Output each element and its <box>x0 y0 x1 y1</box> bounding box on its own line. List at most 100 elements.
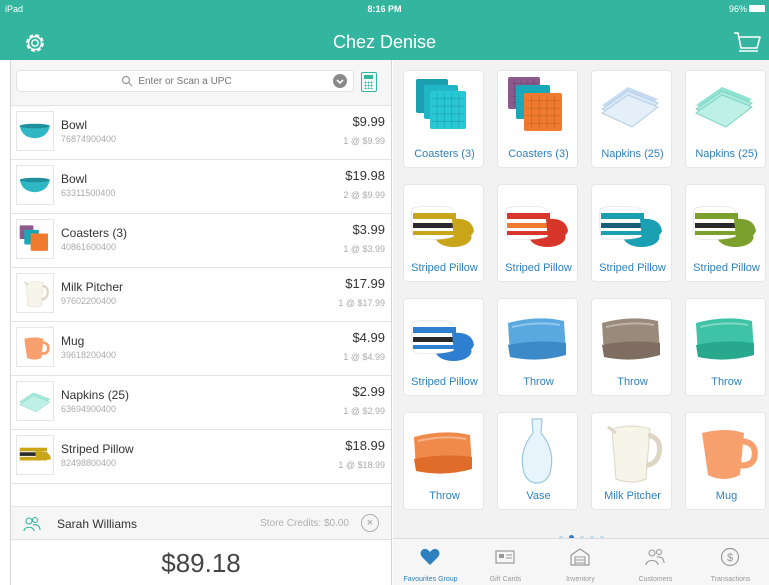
product-image <box>592 299 671 375</box>
product-thumbnail <box>16 111 54 151</box>
line-item-total: $9.99 <box>352 114 385 129</box>
line-item-total: $18.99 <box>345 438 385 453</box>
line-item-quantity: 1 @ $3.99 <box>343 244 385 254</box>
line-item-name: Bowl <box>61 172 88 186</box>
product-label: Vase <box>526 490 551 502</box>
tab-label: Customers <box>638 576 673 583</box>
product-tile[interactable]: Striped Pillow <box>403 298 484 396</box>
line-item[interactable]: Napkins (25) 63694900400 $2.99 1 @ $2.99 <box>11 376 391 430</box>
product-image <box>498 299 577 375</box>
line-item[interactable]: Mug 39618200400 $4.99 1 @ $4.99 <box>11 322 391 376</box>
line-item-quantity: 1 @ $4.99 <box>343 352 385 362</box>
customer-bar[interactable]: Sarah Williams Store Credits: $0.00 × <box>11 506 391 540</box>
chevron-down-icon[interactable] <box>333 74 347 88</box>
product-label: Striped Pillow <box>411 262 478 274</box>
line-item-sku: 40861600400 <box>61 242 117 252</box>
tab-gift-cards[interactable]: Gift Cards <box>468 539 543 585</box>
tab-label: Gift Cards <box>489 576 522 583</box>
product-tile[interactable]: Vase <box>497 412 578 510</box>
close-icon[interactable]: × <box>361 514 379 532</box>
product-tile[interactable]: Napkins (25) <box>591 70 672 168</box>
line-item-total: $17.99 <box>345 276 385 291</box>
product-tile[interactable]: Striped Pillow <box>685 184 766 282</box>
product-tile[interactable]: Coasters (3) <box>403 70 484 168</box>
product-tile[interactable]: Coasters (3) <box>497 70 578 168</box>
product-tile[interactable]: Striped Pillow <box>497 184 578 282</box>
product-tile[interactable]: Striped Pillow <box>403 184 484 282</box>
product-image <box>498 185 577 261</box>
status-bar: iPad 8:16 PM 96% <box>0 0 769 18</box>
product-image <box>592 71 671 147</box>
tab-transactions[interactable]: $ Transactions <box>693 539 768 585</box>
heart-icon <box>420 548 440 565</box>
product-tile[interactable]: Throw <box>591 298 672 396</box>
search-bar <box>11 60 391 106</box>
product-tile[interactable]: Throw <box>685 298 766 396</box>
product-label: Throw <box>429 490 460 502</box>
product-image <box>404 185 483 261</box>
line-item-sku: 63311500400 <box>61 188 116 198</box>
line-item[interactable]: Milk Pitcher 97602200400 $17.99 1 @ $17.99 <box>11 268 391 322</box>
calculator-icon[interactable] <box>361 72 377 92</box>
order-total-area[interactable]: $89.18 <box>11 540 391 585</box>
product-label: Striped Pillow <box>599 262 666 274</box>
warehouse-icon <box>570 548 590 566</box>
product-label: Throw <box>617 376 648 388</box>
app-header: iPad 8:16 PM 96% Chez Denise <box>0 0 769 60</box>
product-tile[interactable]: Throw <box>403 412 484 510</box>
product-tile[interactable]: Milk Pitcher <box>591 412 672 510</box>
line-item[interactable]: Bowl 63311500400 $19.98 2 @ $9.99 <box>11 160 391 214</box>
product-thumbnail <box>16 381 54 421</box>
search-field[interactable] <box>16 70 354 92</box>
product-tile[interactable]: Napkins (25) <box>685 70 766 168</box>
product-label: Milk Pitcher <box>604 490 661 502</box>
product-label: Coasters (3) <box>414 148 475 160</box>
tab-inventory[interactable]: Inventory <box>543 539 618 585</box>
line-item-sku: 97602200400 <box>61 296 117 306</box>
status-time: 8:16 PM <box>367 4 402 14</box>
product-tile[interactable]: Striped Pillow <box>591 184 672 282</box>
product-image <box>498 413 577 489</box>
order-total: $89.18 <box>161 548 241 578</box>
battery-icon <box>749 5 765 12</box>
product-label: Throw <box>523 376 554 388</box>
line-item-list: Bowl 76874900400 $9.99 1 @ $9.99 Bowl 6331150… <box>11 106 391 506</box>
product-thumbnail <box>16 327 54 367</box>
cart-panel: Bowl 76874900400 $9.99 1 @ $9.99 Bowl 6331150… <box>10 60 392 585</box>
line-item-name: Mug <box>61 334 85 348</box>
dollar-circle-icon: $ <box>720 547 740 567</box>
product-thumbnail <box>16 165 54 205</box>
product-tile[interactable]: Mug <box>685 412 766 510</box>
line-item-total: $3.99 <box>352 222 385 237</box>
svg-text:$: $ <box>727 552 733 564</box>
product-image <box>686 299 765 375</box>
product-image <box>686 185 765 261</box>
line-item-quantity: 1 @ $18.99 <box>338 460 385 470</box>
line-item[interactable]: Coasters (3) 40861600400 $3.99 1 @ $3.99 <box>11 214 391 268</box>
line-item[interactable]: Striped Pillow 82498800400 $18.99 1 @ $18.9… <box>11 430 391 484</box>
product-image <box>592 185 671 261</box>
cart-icon[interactable] <box>733 30 761 56</box>
line-item-sku: 63694900400 <box>61 404 117 414</box>
product-image <box>592 413 671 489</box>
tab-customers[interactable]: Customers <box>618 539 693 585</box>
store-credits: Store Credits: $0.00 <box>260 518 349 529</box>
product-image <box>404 413 483 489</box>
product-image <box>404 71 483 147</box>
search-input[interactable] <box>17 71 353 91</box>
line-item-total: $2.99 <box>352 384 385 399</box>
page-indicator[interactable] <box>393 527 769 540</box>
product-label: Mug <box>715 490 738 502</box>
line-item-name: Napkins (25) <box>61 388 130 402</box>
product-tile[interactable]: Throw <box>497 298 578 396</box>
product-image <box>404 299 483 375</box>
line-item-name: Striped Pillow <box>61 442 134 456</box>
product-thumbnail <box>16 219 54 259</box>
tab-favourites-group[interactable]: Favourites Group <box>393 539 468 585</box>
battery-percent: 96% <box>728 4 747 14</box>
product-thumbnail <box>16 435 54 475</box>
tab-label: Favourites Group <box>403 576 458 583</box>
line-item-total: $19.98 <box>345 168 385 183</box>
product-grid-panel: Coasters (3) Coasters (3) Napkins (25) Napk… <box>393 60 769 540</box>
line-item[interactable]: Bowl 76874900400 $9.99 1 @ $9.99 <box>11 106 391 160</box>
